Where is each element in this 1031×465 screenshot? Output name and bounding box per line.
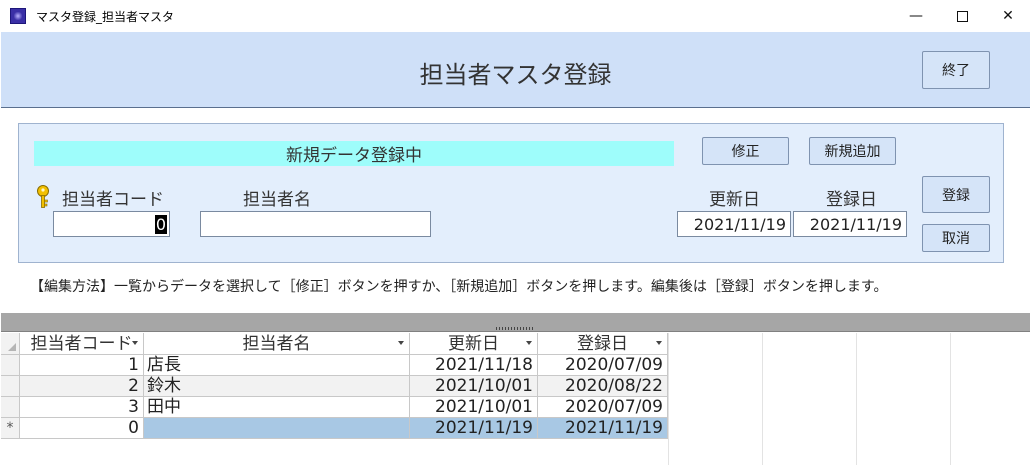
- cell-registered[interactable]: 2020/07/09: [538, 355, 668, 376]
- updated-date-label: 更新日: [709, 190, 760, 210]
- maximize-icon: [956, 10, 968, 22]
- edit-button[interactable]: 修正: [702, 137, 789, 165]
- column-header-label: 登録日: [577, 334, 628, 354]
- cancel-button[interactable]: 取消: [922, 224, 990, 252]
- cell-code[interactable]: 3: [20, 397, 144, 418]
- row-selector[interactable]: [1, 355, 20, 376]
- minimize-icon: —: [909, 8, 923, 24]
- page-title: 担当者マスタ登録: [419, 61, 612, 89]
- dropdown-arrow-icon[interactable]: [398, 341, 404, 345]
- new-record-button[interactable]: 新規追加: [809, 137, 896, 165]
- column-header-label: 担当者名: [242, 334, 311, 354]
- cell-registered[interactable]: 2021/11/19: [538, 418, 668, 439]
- column-header-updated[interactable]: 更新日: [410, 333, 538, 355]
- cell-registered[interactable]: 2020/08/22: [538, 376, 668, 397]
- registered-date-field: 2021/11/19: [793, 211, 907, 237]
- help-text: 【編集方法】一覧からデータを選択して［修正］ボタンを押すか、［新規追加］ボタンを…: [30, 279, 888, 295]
- cell-code[interactable]: 0: [20, 418, 144, 439]
- select-all-corner[interactable]: [1, 333, 20, 355]
- cell-name[interactable]: 田中: [144, 397, 410, 418]
- grid-line: [668, 333, 669, 465]
- grid-line: [762, 333, 763, 465]
- splitter-grip-icon[interactable]: [496, 327, 534, 330]
- cell-code[interactable]: 2: [20, 376, 144, 397]
- grid-line: [856, 333, 857, 465]
- maximize-button[interactable]: [939, 0, 985, 32]
- name-field[interactable]: [200, 211, 431, 237]
- cell-updated[interactable]: 2021/11/18: [410, 355, 538, 376]
- cell-updated[interactable]: 2021/10/01: [410, 397, 538, 418]
- updated-date-field: 2021/11/19: [677, 211, 791, 237]
- name-label: 担当者名: [243, 190, 311, 210]
- cell-updated[interactable]: 2021/11/19: [410, 418, 538, 439]
- dropdown-arrow-icon[interactable]: [656, 341, 662, 345]
- column-header-registered[interactable]: 登録日: [538, 333, 668, 355]
- dropdown-arrow-icon[interactable]: [132, 341, 138, 345]
- row-selector[interactable]: [1, 397, 20, 418]
- column-header-label: 担当者コード: [30, 334, 133, 354]
- cell-updated[interactable]: 2021/10/01: [410, 376, 538, 397]
- column-header-code[interactable]: 担当者コード: [20, 333, 144, 355]
- code-label: 担当者コード: [62, 190, 164, 210]
- row-selector[interactable]: [1, 376, 20, 397]
- code-value: 0: [154, 214, 167, 234]
- status-banner: 新規データ登録中: [34, 141, 674, 166]
- cell-code[interactable]: 1: [20, 355, 144, 376]
- cell-registered[interactable]: 2020/07/09: [538, 397, 668, 418]
- column-header-label: 更新日: [448, 334, 499, 354]
- exit-button[interactable]: 終了: [922, 51, 990, 89]
- window-title: マスタ登録_担当者マスタ: [36, 10, 175, 24]
- close-icon: ✕: [1002, 8, 1014, 24]
- close-button[interactable]: ✕: [985, 0, 1031, 32]
- primary-key-icon: [37, 185, 49, 208]
- dropdown-arrow-icon[interactable]: [526, 341, 532, 345]
- registered-date-label: 登録日: [826, 190, 877, 210]
- app-icon: [10, 8, 26, 24]
- code-field[interactable]: 0: [53, 211, 170, 237]
- cell-name[interactable]: [144, 418, 410, 439]
- save-button[interactable]: 登録: [922, 176, 990, 213]
- grid-line: [950, 333, 951, 465]
- column-header-name[interactable]: 担当者名: [144, 333, 410, 355]
- new-record-marker[interactable]: *: [1, 418, 20, 439]
- cell-name[interactable]: 店長: [144, 355, 410, 376]
- cell-name[interactable]: 鈴木: [144, 376, 410, 397]
- minimize-button[interactable]: —: [893, 0, 939, 32]
